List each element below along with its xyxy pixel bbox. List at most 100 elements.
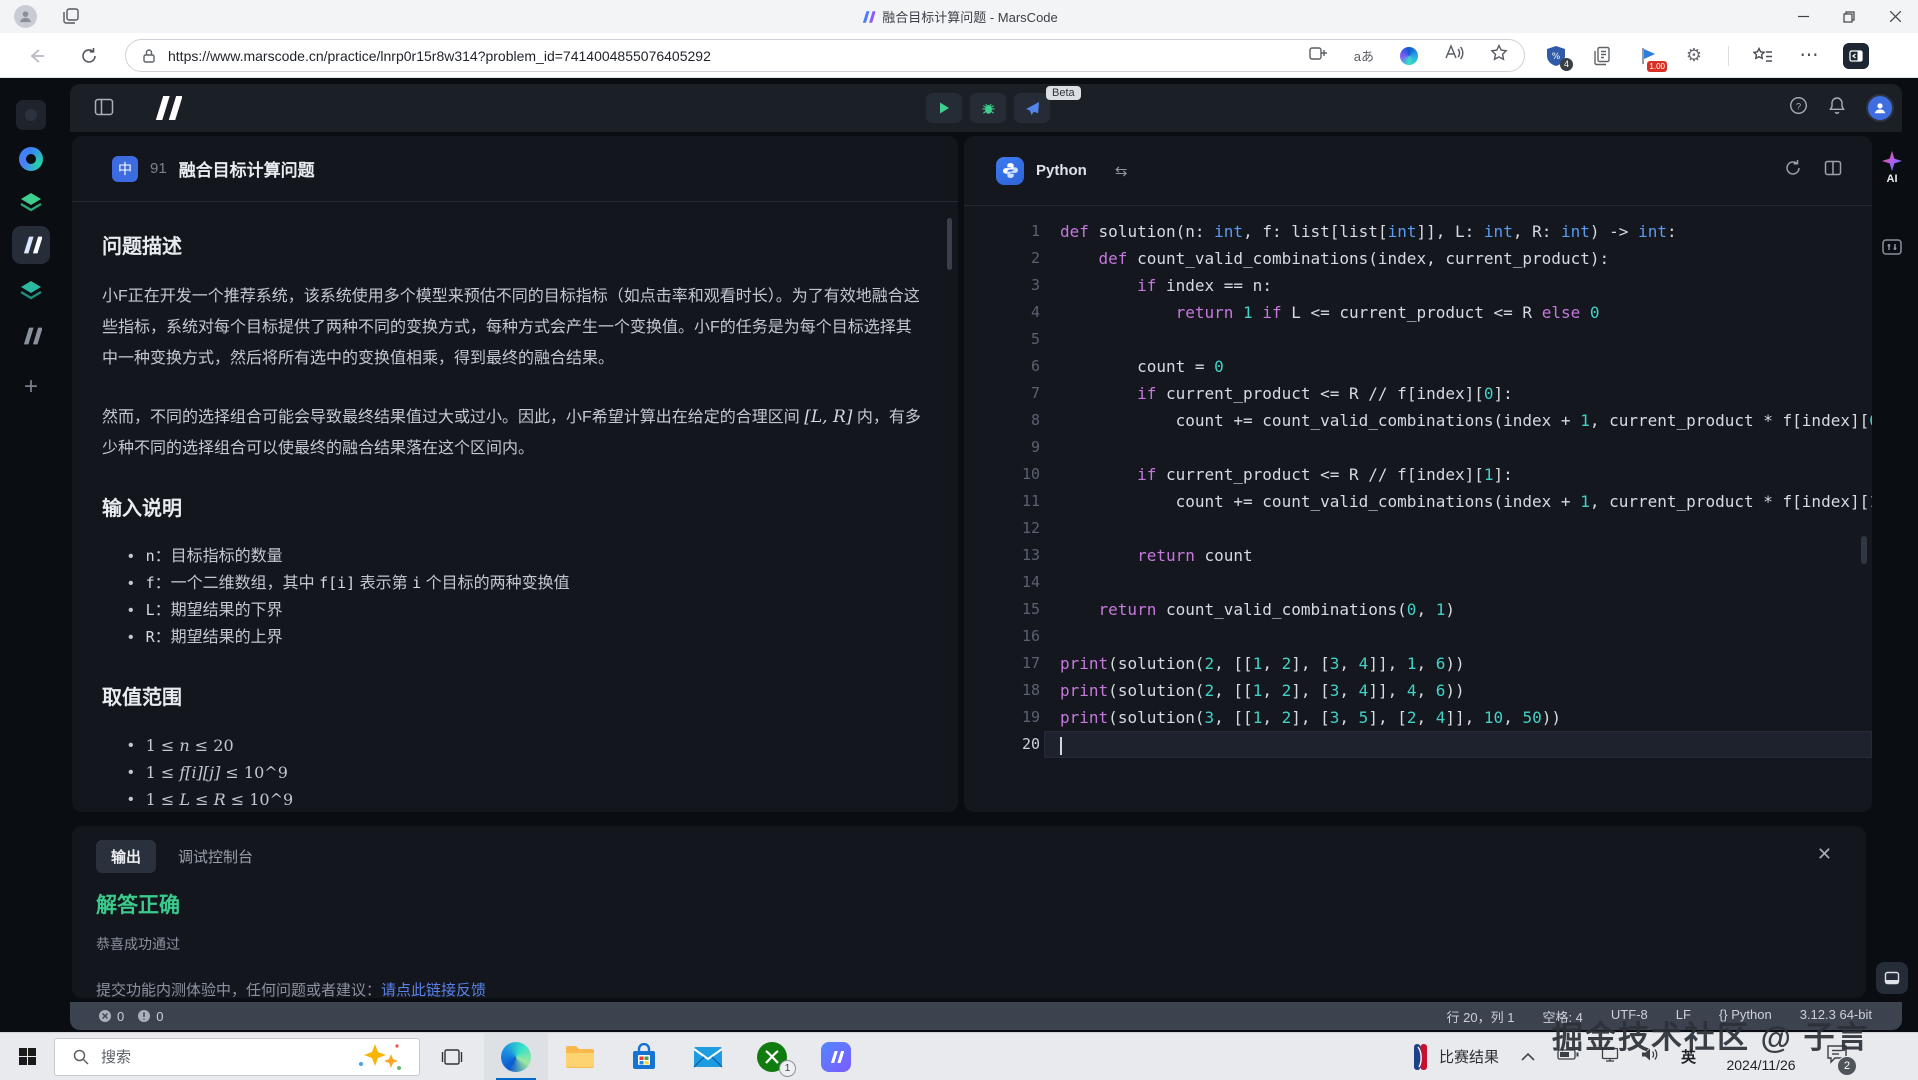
- tab-output[interactable]: 输出: [96, 840, 157, 873]
- adblock-shield-icon[interactable]: % 4: [1544, 44, 1573, 71]
- code-line[interactable]: 11 count += count_valid_combinations(ind…: [964, 488, 1872, 515]
- copilot-icon[interactable]: [1400, 46, 1418, 65]
- code-line[interactable]: 5: [964, 326, 1872, 353]
- code-line[interactable]: 19 print(solution(3, [[1, 2], [3, 5], [2,…: [964, 704, 1872, 731]
- back-button[interactable]: [24, 43, 50, 69]
- editor-panel: Python ⇆ 1 def solution(n: int, f: list[l…: [964, 136, 1872, 812]
- line-number: 5: [1030, 330, 1040, 348]
- paths-icon[interactable]: [12, 272, 50, 310]
- editor-scrollbar[interactable]: [1861, 536, 1867, 564]
- xbox-badge: 1: [779, 1059, 796, 1077]
- code-editor[interactable]: 1 def solution(n: int, f: list[list[int]]…: [964, 206, 1872, 758]
- task-view-button[interactable]: [420, 1033, 484, 1080]
- marscode-page: + Beta ? 中 91 融合目标计算问题 问题描述 小F正在开发一个推荐系统…: [0, 78, 1918, 1030]
- code-line[interactable]: 12: [964, 515, 1872, 542]
- courses-icon[interactable]: [12, 184, 50, 222]
- code-line[interactable]: 20: [964, 731, 1872, 758]
- taskbar-explorer-button[interactable]: [548, 1033, 612, 1080]
- taskbar-edge-button[interactable]: [484, 1032, 548, 1080]
- taskbar-store-button[interactable]: [612, 1033, 676, 1080]
- help-icon[interactable]: ?: [1789, 96, 1808, 120]
- tab-stack-icon[interactable]: [62, 7, 80, 30]
- favorite-star-icon[interactable]: [1490, 43, 1508, 67]
- minimize-button[interactable]: [1780, 0, 1826, 33]
- taskbar-mail-button[interactable]: [676, 1033, 740, 1080]
- tab-debug-console[interactable]: 调试控制台: [178, 846, 253, 867]
- output-tabs: 输出 调试控制台: [96, 840, 1866, 873]
- code-line[interactable]: 16: [964, 623, 1872, 650]
- line-number: 7: [1030, 384, 1040, 402]
- explore-icon[interactable]: [12, 140, 50, 178]
- code-line[interactable]: 14: [964, 569, 1872, 596]
- ai-assistant-button[interactable]: AI: [1872, 150, 1912, 185]
- problem-title: 融合目标计算问题: [178, 161, 315, 180]
- flag-extension-icon[interactable]: 1.00: [1636, 44, 1667, 72]
- code-line[interactable]: 15 return count_valid_combinations(0, 1): [964, 596, 1872, 623]
- marscode-logo[interactable]: [150, 96, 183, 125]
- reset-code-icon[interactable]: [1784, 159, 1802, 182]
- switch-language-icon[interactable]: ⇆: [1115, 162, 1128, 180]
- close-output-icon[interactable]: ✕: [1817, 844, 1832, 865]
- cursor-position[interactable]: 行 20，列 1: [1447, 1007, 1515, 1026]
- code-line[interactable]: 6 count = 0: [964, 353, 1872, 380]
- lock-icon: [143, 48, 155, 63]
- line-number: 3: [1030, 276, 1040, 294]
- code-line[interactable]: 2 def count_valid_combinations(index, cu…: [964, 245, 1872, 272]
- code-line[interactable]: 7 if current_product <= R // f[index][0]…: [964, 380, 1872, 407]
- browser-tab[interactable]: 融合目标计算问题 - MarsCode: [860, 0, 1058, 33]
- start-button[interactable]: [0, 1033, 54, 1080]
- code-line[interactable]: 10 if current_product <= R // f[index][1…: [964, 461, 1872, 488]
- run-button[interactable]: [926, 93, 962, 123]
- translate-icon[interactable]: aあ: [1354, 46, 1374, 65]
- debug-button[interactable]: [970, 93, 1006, 123]
- line-number: 19: [1021, 708, 1040, 726]
- sidebar-toggle-icon[interactable]: [1843, 42, 1869, 69]
- notification-bell-icon[interactable]: [1828, 96, 1846, 120]
- address-bar[interactable]: https://www.marscode.cn/practice/lnrp0r1…: [125, 39, 1525, 72]
- ai-label: AI: [1886, 173, 1898, 185]
- panel-toggle-icon[interactable]: [94, 97, 114, 122]
- close-button[interactable]: [1872, 0, 1918, 33]
- taskbar-search-input[interactable]: 搜索: [54, 1037, 420, 1076]
- browser-profile-avatar[interactable]: [14, 5, 37, 28]
- python-icon: [996, 156, 1024, 185]
- layout-split-icon[interactable]: [1824, 159, 1842, 182]
- code-line[interactable]: 18 print(solution(2, [[1, 2], [3, 4]], 4,…: [964, 677, 1872, 704]
- read-aloud-icon[interactable]: [1444, 44, 1464, 67]
- code-line[interactable]: 8 count += count_valid_combinations(inde…: [964, 407, 1872, 434]
- taskbar-marscode-button[interactable]: [804, 1033, 868, 1080]
- feedback-link[interactable]: 请点此链接反馈: [381, 982, 486, 998]
- extension-gear-icon[interactable]: ⚙: [1682, 44, 1706, 68]
- more-options-icon[interactable]: ⋯: [1797, 44, 1821, 68]
- submit-button[interactable]: [1014, 93, 1050, 123]
- problem-scrollbar[interactable]: [947, 218, 952, 270]
- bottom-panel-button[interactable]: [1872, 962, 1912, 994]
- plugin-button[interactable]: [1872, 236, 1912, 258]
- restore-button[interactable]: [1826, 0, 1872, 33]
- favorites-bar-icon[interactable]: [1751, 44, 1775, 68]
- line-number: 12: [1021, 519, 1040, 537]
- split-screen-icon[interactable]: [1309, 44, 1328, 68]
- input-spec-item: • L：期望结果的下界: [128, 601, 283, 619]
- store-icon: [633, 1042, 655, 1069]
- code-line[interactable]: 9: [964, 434, 1872, 461]
- taskbar-news-widget[interactable]: 比赛结果: [1413, 1043, 1499, 1070]
- code-line[interactable]: 13 return count: [964, 542, 1872, 569]
- code-line[interactable]: 4 return 1 if L <= current_product <= R …: [964, 299, 1872, 326]
- code-text: return count: [1137, 546, 1253, 565]
- code-line[interactable]: 17 print(solution(2, [[1, 2], [3, 4]], 1,…: [964, 650, 1872, 677]
- pages-icon[interactable]: [1590, 44, 1614, 68]
- projects-icon[interactable]: [12, 317, 50, 355]
- user-avatar[interactable]: [1866, 94, 1894, 122]
- ai-sparkle-icon: [1881, 150, 1903, 172]
- workspace-icon[interactable]: [12, 96, 50, 134]
- code-text: if current_product <= R // f[index][0]:: [1137, 384, 1513, 403]
- taskbar-xbox-button[interactable]: 1: [740, 1033, 804, 1080]
- practice-icon-active[interactable]: [12, 226, 50, 264]
- value-range-item: • 1 ≤ L ≤ R ≤ 10^9: [128, 790, 294, 809]
- code-line[interactable]: 1 def solution(n: int, f: list[list[int]]…: [964, 218, 1872, 245]
- tray-chevron-icon[interactable]: [1521, 1048, 1535, 1066]
- add-item-button[interactable]: +: [12, 368, 50, 406]
- code-line[interactable]: 3 if index == n:: [964, 272, 1872, 299]
- refresh-button[interactable]: [76, 43, 102, 69]
